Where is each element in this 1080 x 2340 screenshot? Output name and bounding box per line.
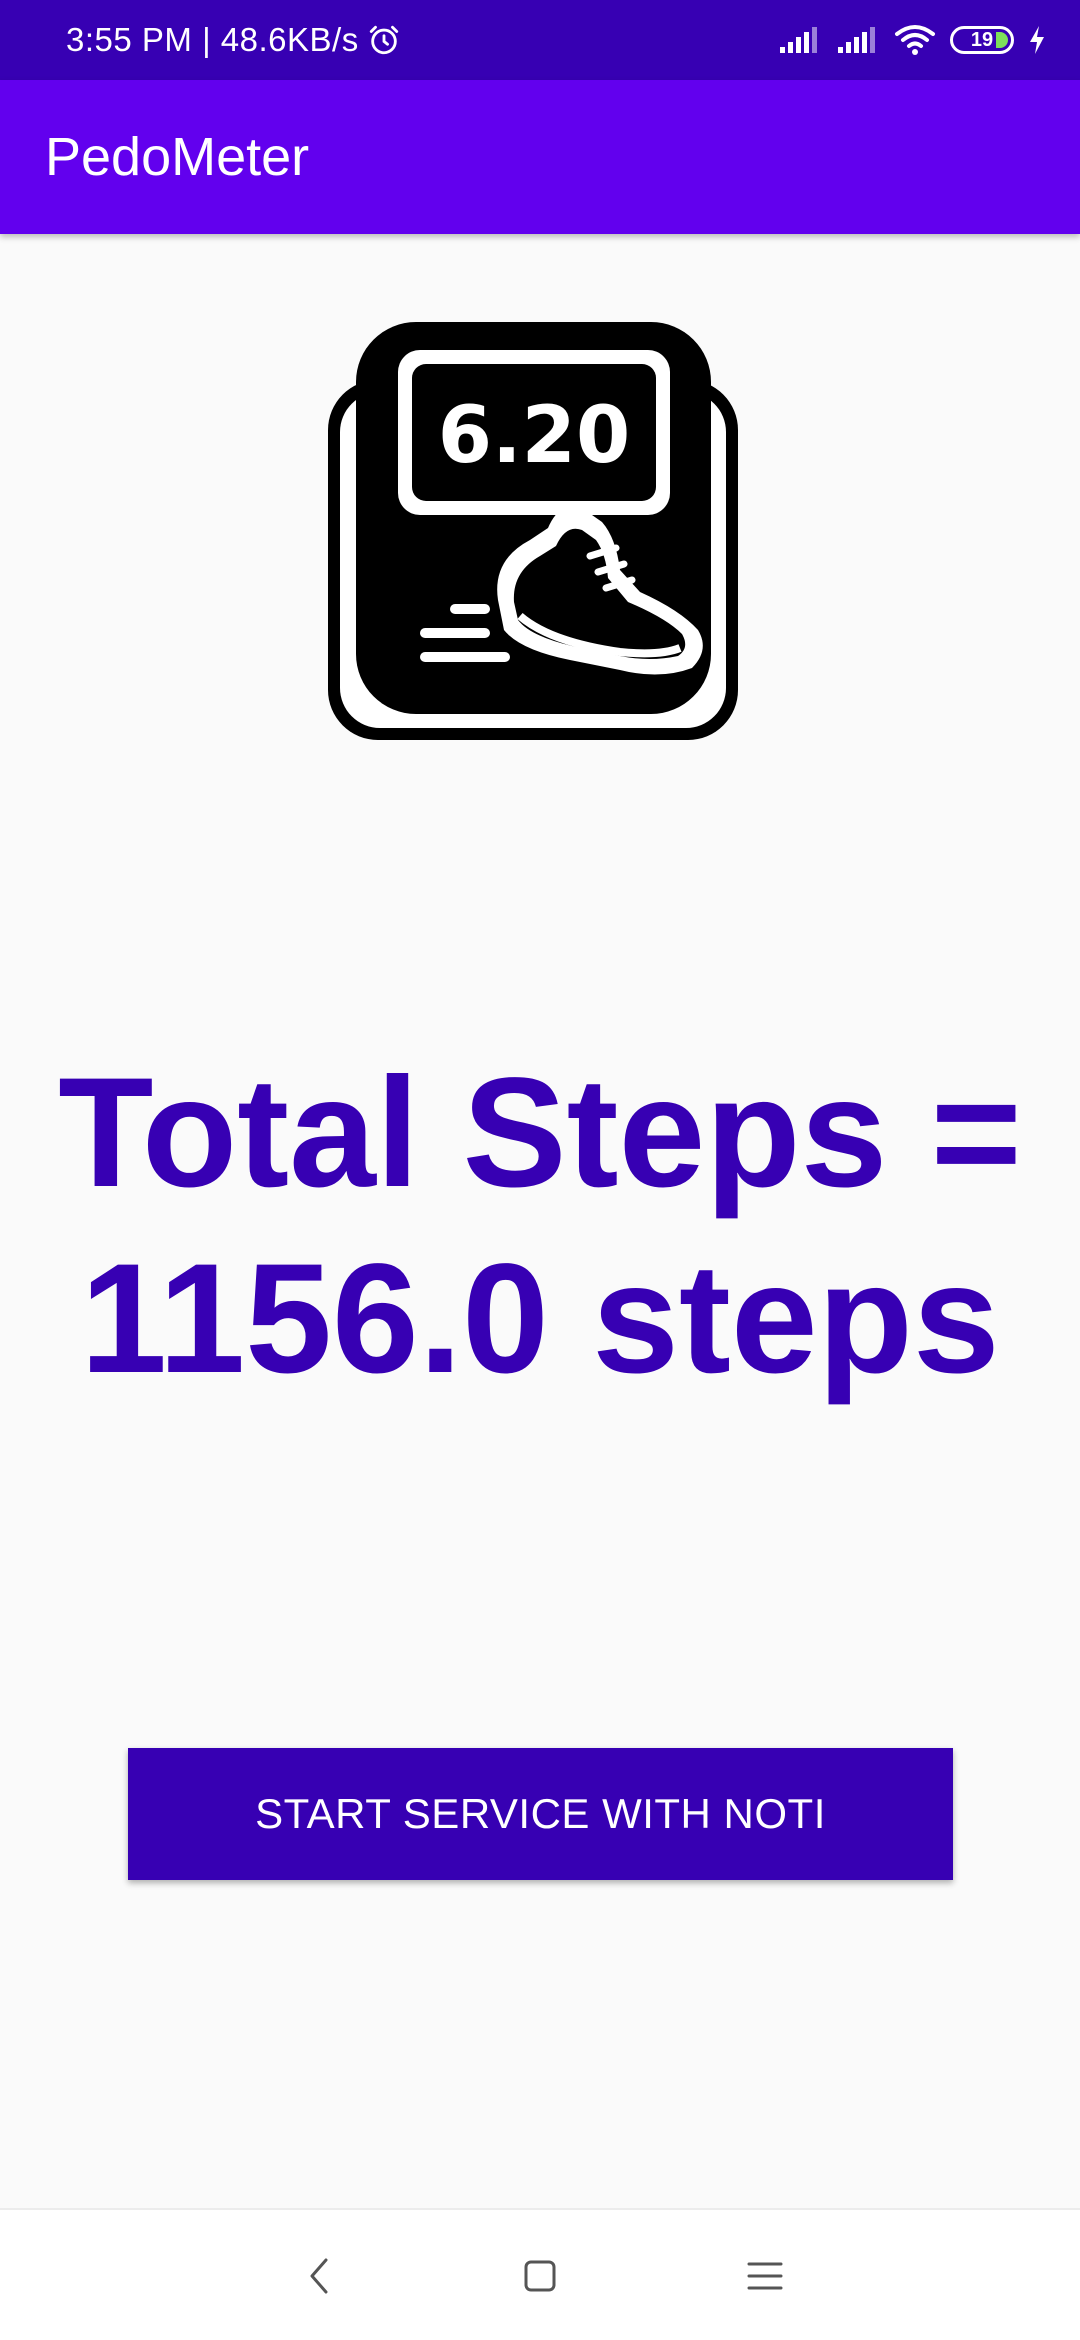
signal-icon: [838, 27, 875, 53]
battery-icon: 19: [950, 26, 1014, 54]
status-left: 3:55 PM | 48.6KB/s: [66, 0, 401, 80]
wifi-icon: [895, 25, 935, 55]
app-title: PedoMeter: [45, 127, 310, 187]
battery-level: 19: [970, 28, 994, 51]
charging-icon: [1030, 26, 1044, 54]
pedometer-screen: 3:55 PM | 48.6KB/s 19 PedoMeter 6.20 Tot…: [0, 0, 1080, 2340]
back-icon[interactable]: [290, 2246, 350, 2306]
app-bar: PedoMeter: [0, 80, 1080, 234]
total-steps-text: Total Steps = 1156.0 steps: [58, 1046, 1022, 1406]
recents-icon[interactable]: [735, 2246, 795, 2306]
display-value: 6.20: [438, 391, 630, 481]
alarm-icon: [369, 25, 398, 55]
pedometer-shoe-icon: 6.20: [328, 322, 738, 740]
navigation-bar: [0, 2208, 1080, 2340]
status-right: 19: [778, 0, 1046, 80]
signal-icon: [780, 27, 817, 53]
status-bar: 3:55 PM | 48.6KB/s 19: [0, 0, 1080, 80]
battery-fill: [996, 32, 1008, 48]
home-icon[interactable]: [510, 2246, 570, 2306]
status-time-speed: 3:55 PM | 48.6KB/s: [66, 21, 359, 58]
start-service-button[interactable]: START SERVICE WITH NOTI: [128, 1748, 953, 1880]
